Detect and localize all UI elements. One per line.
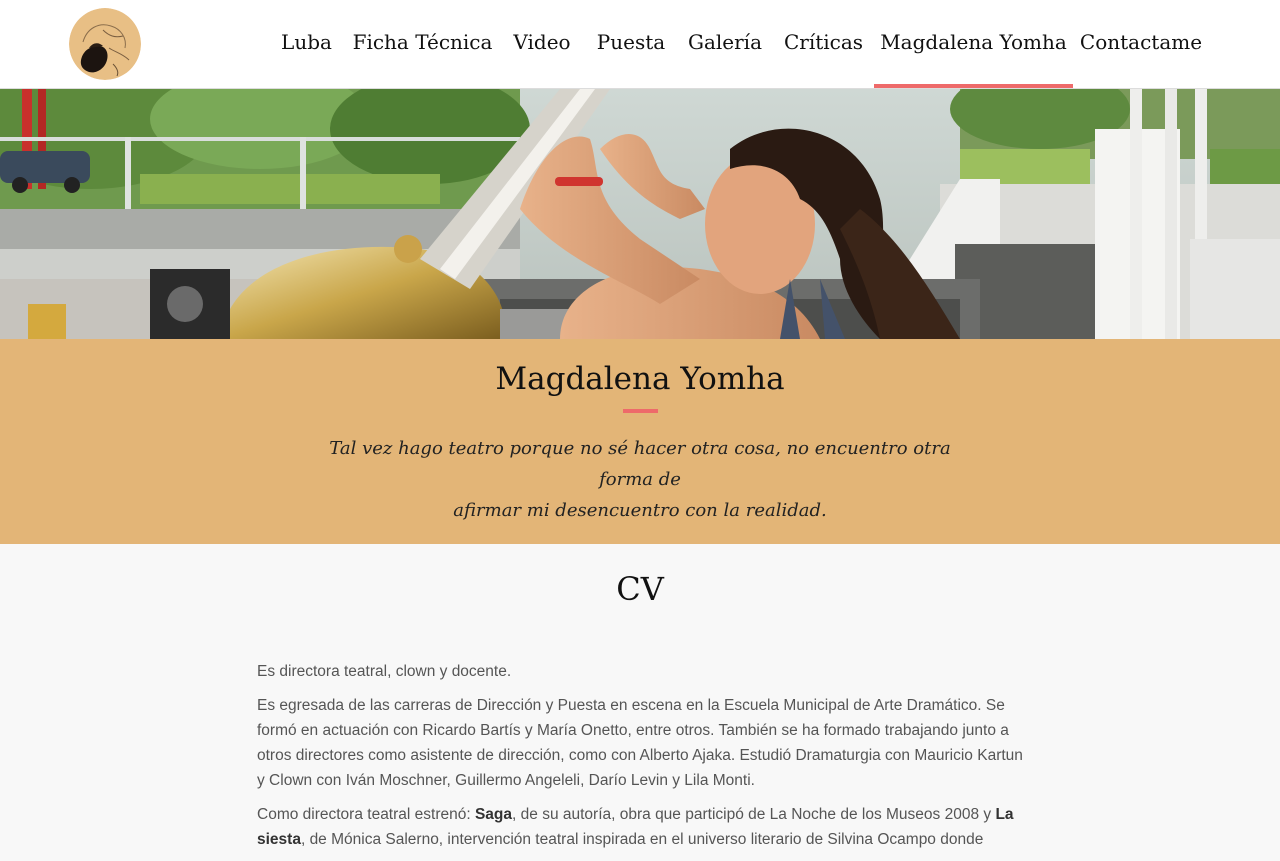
nav-item-criticas[interactable]: Críticas (776, 0, 871, 88)
cv-body: Es directora teatral, clown y docente. E… (257, 659, 1027, 861)
nav-item-contactame[interactable]: Contactame (1077, 0, 1205, 88)
cv-paragraph-3-text-a: Como directora teatral estrenó: (257, 806, 475, 823)
quote-band: Magdalena Yomha Tal vez hago teatro porq… (0, 339, 1280, 544)
nav-item-video[interactable]: Video (503, 0, 581, 88)
cv-paragraph-1: Es directora teatral, clown y docente. (257, 663, 512, 680)
cv-paragraph-2: Es egresada de las carreras de Dirección… (257, 697, 1023, 789)
cv-work-title-saga: Saga (474, 806, 513, 823)
nav-item-luba[interactable]: Luba (270, 0, 343, 88)
title-underline (623, 409, 658, 413)
nav-item-magdalena-yomha[interactable]: Magdalena Yomha (874, 0, 1073, 88)
cv-paragraph-3-text-e: , de Mónica Salerno, intervención teatra… (300, 831, 984, 848)
cv-heading: CV (616, 570, 664, 608)
quote-line-1: Tal vez hago teatro porque no sé hacer o… (329, 438, 951, 490)
nav-item-galeria[interactable]: Galería (681, 0, 769, 88)
quote-text: Tal vez hago teatro porque no sé hacer o… (300, 433, 980, 526)
site-header: Luba Ficha Técnica Video Puesta Galería … (0, 0, 1280, 89)
nav-item-puesta[interactable]: Puesta (587, 0, 675, 88)
quote-line-2: afirmar mi desencuentro con la realidad. (453, 500, 827, 521)
nav-item-ficha-tecnica[interactable]: Ficha Técnica (349, 0, 496, 88)
hero-photo (0, 89, 1280, 339)
main-nav: Luba Ficha Técnica Video Puesta Galería … (0, 0, 1280, 88)
page-title: Magdalena Yomha (495, 361, 785, 397)
cv-paragraph-3: Como directora teatral estrenó: Saga, de… (257, 802, 1027, 852)
cv-paragraph-3-text-c: , de su autoría, obra que participó de L… (512, 806, 996, 823)
